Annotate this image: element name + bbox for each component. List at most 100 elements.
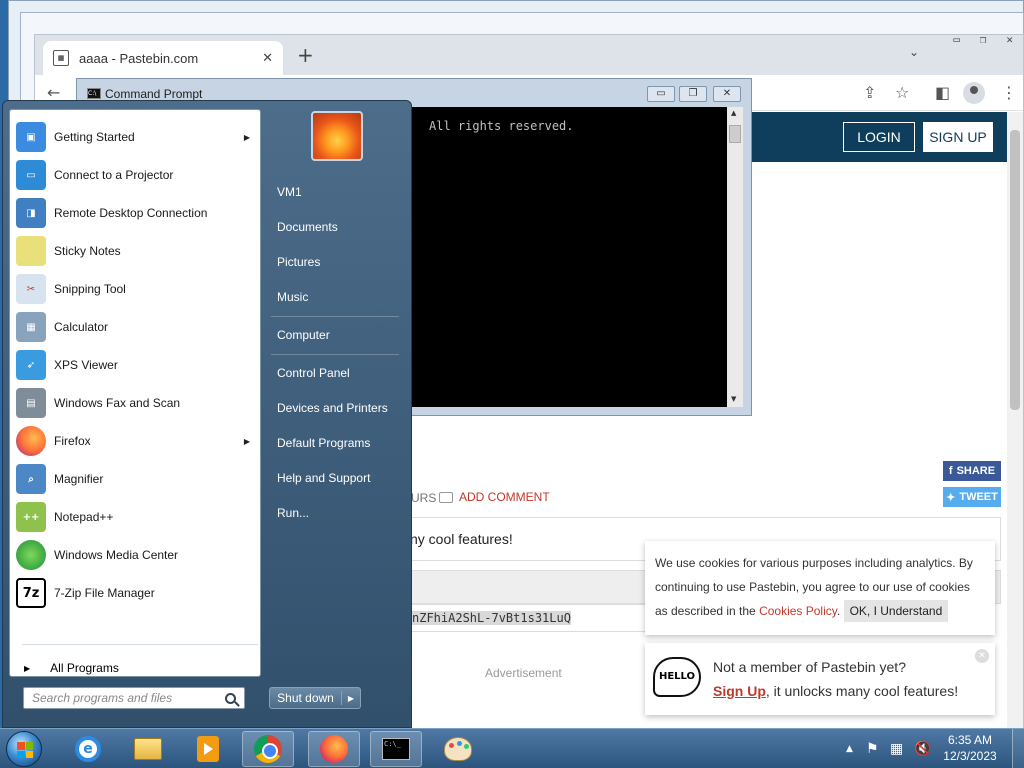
action-center-flag-icon[interactable]: ⚑ bbox=[866, 729, 879, 768]
close-button[interactable]: ✕ bbox=[713, 86, 741, 102]
system-clock[interactable]: 6:35 AM 12/3/2023 bbox=[940, 732, 1000, 764]
hello-badge-icon: HELLO bbox=[653, 657, 701, 697]
program-label: Windows Media Center bbox=[54, 548, 179, 562]
tab-title: aaaa - Pastebin.com bbox=[79, 50, 199, 66]
program-xps-viewer[interactable]: ➶ XPS Viewer bbox=[16, 348, 256, 382]
cookies-policy-link[interactable]: Cookies Policy bbox=[759, 604, 837, 618]
start-search-input[interactable]: Search programs and files bbox=[23, 687, 245, 709]
tweet-label: TWEET bbox=[959, 491, 998, 503]
shutdown-options-arrow-icon[interactable]: ▶ bbox=[342, 694, 360, 703]
cookie-notice: We use cookies for various purposes incl… bbox=[645, 541, 995, 635]
cmd-console[interactable]: All rights reserved. bbox=[411, 107, 727, 407]
program-magnifier[interactable]: ⌕ Magnifier bbox=[16, 462, 256, 496]
twitter-icon: ✦ bbox=[946, 491, 956, 504]
shutdown-button[interactable]: Shut down ▶ bbox=[269, 687, 361, 709]
advertisement-label: Advertisement bbox=[485, 666, 562, 680]
cmd-scroll-thumb[interactable] bbox=[729, 125, 741, 143]
start-right-music[interactable]: Music bbox=[277, 290, 308, 304]
add-comment-label: ADD COMMENT bbox=[459, 490, 550, 504]
login-button[interactable]: LOGIN bbox=[843, 122, 915, 152]
promo-signup-link[interactable]: Sign Up bbox=[713, 683, 766, 699]
start-right-vm1[interactable]: VM1 bbox=[277, 185, 302, 199]
browser-tab[interactable]: ▦ aaaa - Pastebin.com ✕ bbox=[43, 41, 283, 75]
program-getting-started[interactable]: ▣ Getting Started ▶ bbox=[16, 120, 256, 154]
show-hidden-icons-chevron-icon[interactable]: ▲ bbox=[846, 729, 853, 768]
page-scrollbar[interactable] bbox=[1007, 112, 1023, 739]
program-media-center[interactable]: Windows Media Center bbox=[16, 538, 256, 572]
cmd-scrollbar[interactable]: ▲ ▼ bbox=[727, 107, 743, 407]
start-right-computer[interactable]: Computer bbox=[277, 328, 330, 342]
program-label: Firefox bbox=[54, 434, 91, 448]
chrome-icon bbox=[254, 735, 282, 763]
minimize-button[interactable]: ▭ bbox=[647, 86, 675, 102]
start-right-run[interactable]: Run... bbox=[277, 506, 309, 520]
program-notepadpp[interactable]: ++ Notepad++ bbox=[16, 500, 256, 534]
program-snipping-tool[interactable]: ✂ Snipping Tool bbox=[16, 272, 256, 306]
submenu-arrow-icon: ▶ bbox=[243, 436, 250, 446]
show-desktop-button[interactable] bbox=[1012, 729, 1024, 768]
cmd-output: All rights reserved. bbox=[429, 119, 574, 133]
start-button[interactable] bbox=[6, 731, 42, 767]
scroll-up-icon[interactable]: ▲ bbox=[731, 109, 736, 117]
arrow-right-icon: ▶ bbox=[24, 663, 31, 673]
program-calculator[interactable]: ▦ Calculator bbox=[16, 310, 256, 344]
program-label: 7-Zip File Manager bbox=[54, 586, 155, 600]
program-7zip[interactable]: 7z 7-Zip File Manager bbox=[16, 576, 256, 610]
facebook-icon: f bbox=[948, 465, 953, 477]
chrome-window-controls[interactable]: ▭ ❐ ✕ bbox=[953, 35, 1013, 46]
share-label: SHARE bbox=[956, 465, 996, 477]
all-programs-button[interactable]: ▶ All Programs bbox=[16, 658, 256, 678]
volume-muted-icon[interactable]: 🔇 bbox=[914, 729, 931, 768]
search-icon[interactable] bbox=[225, 692, 236, 704]
user-picture[interactable] bbox=[311, 111, 363, 161]
start-right-default-programs[interactable]: Default Programs bbox=[277, 436, 370, 450]
media-player-icon bbox=[197, 736, 219, 762]
taskbar-file-explorer[interactable] bbox=[122, 731, 174, 767]
program-label: Snipping Tool bbox=[54, 282, 126, 296]
add-comment-link[interactable]: ADD COMMENT bbox=[439, 490, 550, 504]
program-remote-desktop[interactable]: ◨ Remote Desktop Connection bbox=[16, 196, 256, 230]
program-label: Calculator bbox=[54, 320, 109, 334]
taskbar-firefox[interactable] bbox=[308, 731, 360, 767]
new-tab-button[interactable]: + bbox=[297, 43, 314, 67]
scrollbar-thumb[interactable] bbox=[1010, 130, 1020, 410]
twitter-tweet-button[interactable]: ✦ TWEET bbox=[943, 487, 1001, 507]
profile-avatar[interactable] bbox=[963, 82, 985, 104]
close-tab-icon[interactable]: ✕ bbox=[262, 51, 273, 66]
close-promo-icon[interactable]: ✕ bbox=[975, 649, 989, 663]
start-right-documents[interactable]: Documents bbox=[277, 220, 338, 234]
tab-search-chevron-icon[interactable]: ⌄ bbox=[909, 45, 919, 59]
taskbar-internet-explorer[interactable]: e bbox=[62, 731, 114, 767]
program-projector[interactable]: ▭ Connect to a Projector bbox=[16, 158, 256, 192]
signup-button[interactable]: SIGN UP bbox=[923, 122, 993, 152]
cmd-window-icon: C:\ bbox=[87, 88, 101, 99]
tab-bar: ▦ aaaa - Pastebin.com ✕ + ⌄ ▭ ❐ ✕ bbox=[35, 35, 1023, 75]
start-right-pictures[interactable]: Pictures bbox=[277, 255, 320, 269]
taskbar-command-prompt[interactable]: C:\_ bbox=[370, 731, 422, 767]
side-panel-icon[interactable]: ◧ bbox=[935, 83, 950, 102]
program-label: XPS Viewer bbox=[54, 358, 118, 372]
taskbar-chrome[interactable] bbox=[242, 731, 294, 767]
program-sticky-notes[interactable]: Sticky Notes bbox=[16, 234, 256, 268]
program-label: Windows Fax and Scan bbox=[54, 396, 181, 410]
network-icon[interactable]: ▦ bbox=[890, 729, 903, 768]
taskbar-paint[interactable] bbox=[432, 731, 484, 767]
taskbar-media-player[interactable] bbox=[182, 731, 234, 767]
7zip-icon: 7z bbox=[16, 578, 46, 608]
scroll-down-icon[interactable]: ▼ bbox=[731, 395, 736, 403]
cookie-accept-button[interactable]: OK, I Understand bbox=[843, 600, 949, 622]
internet-explorer-icon: e bbox=[75, 736, 101, 762]
start-right-control-panel[interactable]: Control Panel bbox=[277, 366, 350, 380]
bookmark-star-icon[interactable]: ☆ bbox=[895, 83, 909, 102]
program-fax-scan[interactable]: ▤ Windows Fax and Scan bbox=[16, 386, 256, 420]
restore-button[interactable]: ❐ bbox=[679, 86, 707, 102]
share-page-icon[interactable]: ⇪ bbox=[863, 83, 876, 102]
taskbar: e C:\_ ▲ ⚑ ▦ 🔇 6:35 AM 12/3/2023 bbox=[0, 728, 1024, 768]
start-right-help-support[interactable]: Help and Support bbox=[277, 471, 370, 485]
paste-content-text: ny cool features! bbox=[410, 531, 513, 547]
program-firefox[interactable]: Firefox ▶ bbox=[16, 424, 256, 458]
start-right-devices-printers[interactable]: Devices and Printers bbox=[277, 401, 388, 415]
facebook-share-button[interactable]: f SHARE bbox=[943, 461, 1001, 481]
menu-dots-icon[interactable]: ⋮ bbox=[1001, 83, 1017, 102]
media-center-icon bbox=[16, 540, 46, 570]
